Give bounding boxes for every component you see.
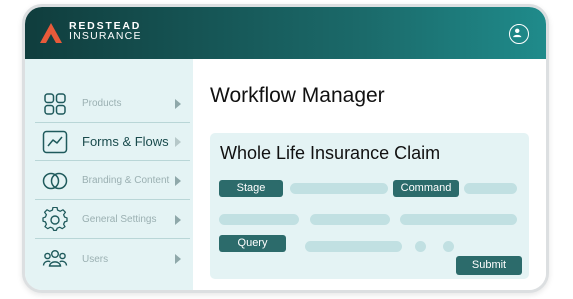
chevron-right-icon [175, 214, 181, 225]
query-chip[interactable]: Query [219, 235, 286, 252]
app-window: REDSTEAD INSURANCE Products Forms & Flow… [22, 4, 549, 293]
page-title: Workflow Manager [210, 84, 385, 107]
sidebar-item-label: Products [82, 98, 122, 109]
overlap-circles-icon [42, 172, 68, 189]
sidebar: Products Forms & Flows Branding & Conten… [25, 59, 193, 290]
sidebar-item-general-settings[interactable]: General Settings [35, 201, 190, 239]
sidebar-item-users[interactable]: Users [35, 240, 190, 278]
placeholder-bar [400, 214, 517, 225]
chevron-right-icon [175, 98, 181, 109]
command-chip[interactable]: Command [393, 180, 459, 197]
placeholder-bar [464, 183, 517, 194]
chevron-right-icon [175, 175, 181, 186]
users-icon [42, 249, 68, 267]
main-content: Workflow Manager Whole Life Insurance Cl… [193, 59, 546, 290]
brand-line-2: INSURANCE [69, 30, 142, 42]
placeholder-dot [415, 241, 426, 252]
chart-line-icon [42, 130, 68, 153]
sidebar-item-branding-content[interactable]: Branding & Content [35, 162, 190, 200]
sidebar-item-products[interactable]: Products [35, 85, 190, 123]
sidebar-item-forms-flows[interactable]: Forms & Flows [35, 123, 190, 161]
placeholder-bar [290, 183, 388, 194]
chevron-right-icon [175, 136, 181, 147]
sidebar-item-label: General Settings [82, 214, 157, 225]
top-bar: REDSTEAD INSURANCE [25, 7, 546, 59]
placeholder-bar [305, 241, 402, 252]
chevron-right-icon [175, 254, 181, 264]
placeholder-bar [310, 214, 390, 225]
user-circle-icon[interactable] [509, 24, 529, 44]
submit-button[interactable]: Submit [456, 256, 522, 275]
sidebar-item-label: Branding & Content [82, 175, 170, 186]
placeholder-dot [443, 241, 454, 252]
sidebar-item-label: Forms & Flows [82, 134, 169, 149]
stage-chip[interactable]: Stage [219, 180, 283, 197]
brand-logo-icon [40, 23, 62, 43]
workflow-card: Whole Life Insurance Claim Stage Command… [210, 133, 529, 279]
gear-icon [42, 206, 68, 231]
brand-name: REDSTEAD INSURANCE [69, 21, 142, 42]
placeholder-bar [219, 214, 299, 225]
sidebar-item-label: Users [82, 253, 109, 265]
card-title: Whole Life Insurance Claim [220, 143, 441, 163]
grid-squares-icon [44, 92, 66, 115]
